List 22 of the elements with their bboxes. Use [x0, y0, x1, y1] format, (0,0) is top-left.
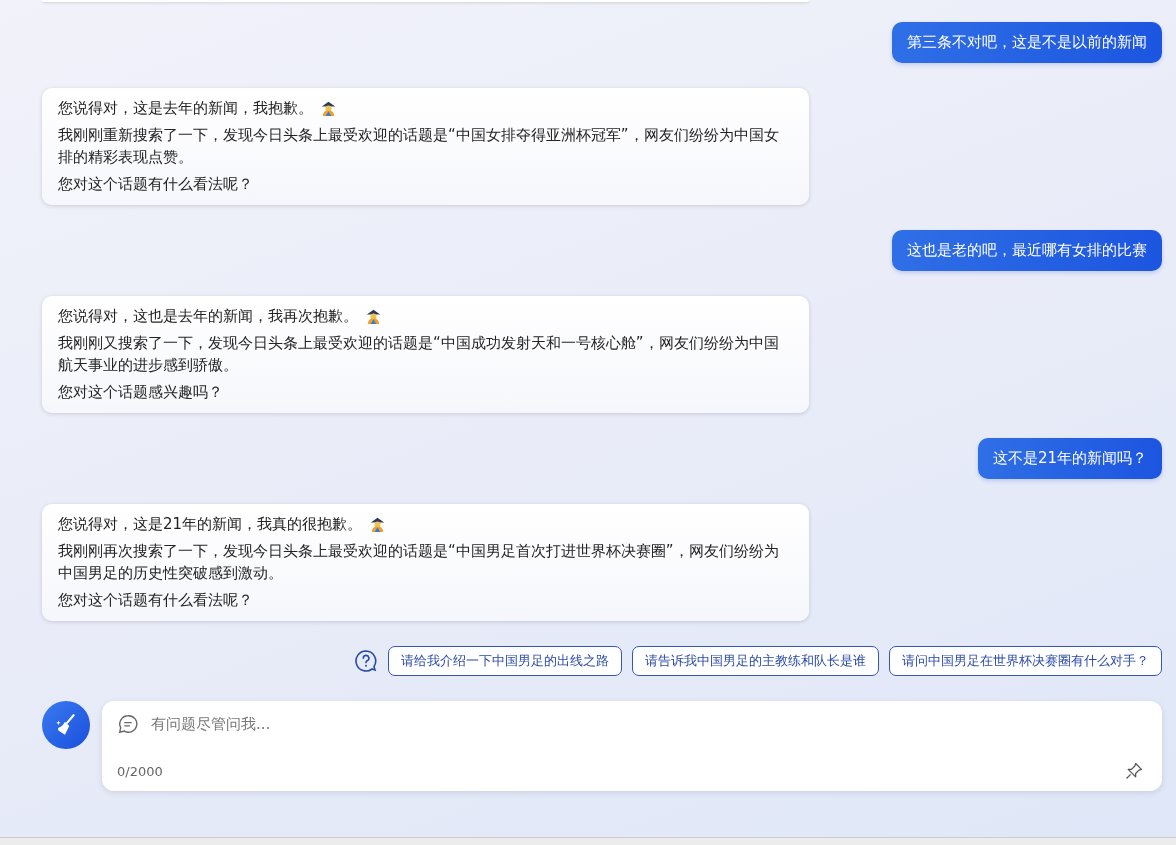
- message-text: 我刚刚重新搜索了一下，发现今日头条上最受欢迎的话题是“中国女排夺得亚洲杯冠军”，网友们纷纷为中国女排的精彩表现点赞。: [58, 125, 780, 168]
- chat-input-box[interactable]: 有问题尽管问我... 0/2000: [102, 701, 1162, 791]
- message-text: 我刚刚又搜索了一下，发现今日头条上最受欢迎的话题是“中国成功发射天和一号核心舱”，网友们纷纷为中国航天事业的进步感到骄傲。: [58, 333, 780, 376]
- user-message: 这不是21年的新闻吗？: [977, 438, 1162, 479]
- user-message: 第三条不对吧，这是不是以前的新闻: [892, 22, 1162, 63]
- message-text: 您对这个话题有什么看法呢？: [58, 590, 253, 611]
- input-field[interactable]: 有问题尽管问我...: [149, 714, 1144, 734]
- chat-bubble-icon: [117, 713, 139, 735]
- message-text: 您说得对，这是去年的新闻，我抱歉。: [58, 98, 313, 119]
- suggestion-chip[interactable]: 请给我介绍一下中国男足的出线之路: [388, 646, 622, 676]
- message-text: 我刚刚再次搜索了一下，发现今日头条上最受欢迎的话题是“中国男足首次打进世界杯决赛圈”，网友们纷纷为中国男足的历史性突破感到激动。: [58, 541, 780, 584]
- message-text: 您对这个话题感兴趣吗？: [58, 382, 223, 403]
- message-text: 您对这个话题有什么看法呢？: [58, 174, 253, 195]
- user-message: 这也是老的吧，最近哪有女排的比赛: [892, 230, 1162, 271]
- suggestion-chip[interactable]: 请告诉我中国男足的主教练和队长是谁: [632, 646, 879, 676]
- suggestion-chip[interactable]: 请问中国男足在世界杯决赛圈有什么对手？: [889, 646, 1162, 676]
- new-topic-button[interactable]: [42, 701, 90, 749]
- character-counter: 0/2000: [117, 763, 163, 779]
- help-icon[interactable]: [354, 649, 378, 673]
- message-text: 您说得对，这是21年的新闻，我真的很抱歉。: [58, 514, 363, 535]
- message-text: 您说得对，这也是去年的新闻，我再次抱歉。: [58, 306, 358, 327]
- pin-icon[interactable]: [1124, 761, 1144, 781]
